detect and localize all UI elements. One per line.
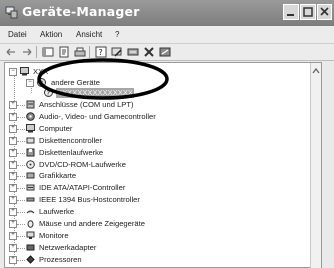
tree-line — [17, 188, 25, 190]
ieee1394-icon — [26, 197, 35, 202]
menu-datei[interactable]: Datei — [8, 30, 27, 39]
tree-line — [17, 259, 25, 261]
floppy-controller-icon — [26, 137, 35, 144]
title-bar[interactable]: Geräte-Manager — [0, 0, 334, 26]
expand-toggle[interactable]: + — [9, 124, 17, 133]
menu-help[interactable]: ? — [115, 30, 119, 39]
expand-toggle[interactable]: + — [9, 208, 17, 217]
expand-toggle[interactable]: + — [9, 148, 17, 157]
tree-category-label: Audio-, Video- und Gamecontroller — [39, 111, 156, 121]
tree-category-label: IEEE 1394 Bus-Hostcontroller — [39, 195, 140, 205]
tree-line — [17, 105, 25, 106]
tree-category-label: IDE ATA/ATAPI-Controller — [39, 183, 126, 193]
computer-icon — [26, 123, 35, 133]
tree-line — [17, 152, 25, 154]
floppy-drive-icon — [26, 148, 35, 157]
tree-category-label: DVD/CD-ROM-Laufwerke — [39, 159, 126, 169]
maximize-icon — [303, 7, 313, 17]
expand-toggle[interactable]: + — [9, 101, 17, 109]
tree-line — [17, 164, 25, 166]
ide-controller-icon — [26, 184, 35, 191]
tree-line — [17, 212, 25, 214]
port-icon — [26, 100, 35, 109]
menu-ansicht[interactable]: Ansicht — [76, 30, 102, 39]
expand-toggle[interactable]: + — [9, 160, 17, 169]
svg-text:?: ? — [99, 48, 103, 57]
tree-line — [17, 247, 25, 249]
processor-icon — [26, 254, 35, 264]
tree-line — [17, 140, 25, 142]
tree-category-label: Prozessoren — [39, 254, 82, 264]
tree-line — [17, 200, 25, 202]
collapse-toggle[interactable]: − — [9, 68, 17, 76]
expand-toggle[interactable]: + — [9, 112, 17, 121]
expand-toggle[interactable]: + — [9, 243, 17, 252]
window-title: Geräte-Manager — [22, 4, 140, 19]
monitor-icon — [26, 231, 35, 239]
expand-toggle[interactable]: + — [9, 172, 17, 181]
minimize-icon — [287, 14, 294, 16]
mouse-icon — [27, 220, 34, 228]
tree-line — [17, 176, 25, 178]
tree-category-label: Netzwerkadapter — [39, 242, 97, 252]
menu-bar: Datei Aktion Ansicht ? — [0, 26, 334, 44]
device-manager-icon — [5, 6, 18, 19]
network-adapter-icon — [26, 244, 35, 251]
expand-toggle[interactable]: + — [9, 184, 17, 193]
disk-drive-icon — [26, 210, 35, 214]
tree-category-label: Diskettenlaufwerke — [39, 147, 104, 157]
menu-aktion[interactable]: Aktion — [40, 30, 62, 39]
collapse-toggle[interactable]: − — [26, 79, 34, 87]
device-tree: − XXX − ? andere Geräte ? XXXXXXXXXXXXXX… — [4, 58, 322, 268]
tree-line — [17, 116, 25, 118]
tree-category-label: Anschlüsse (COM und LPT) — [39, 100, 134, 109]
tree-category-label: Laufwerke — [39, 207, 75, 217]
minimize-button[interactable] — [283, 4, 299, 20]
audio-icon — [26, 112, 35, 121]
tree-category-label: Mäuse und andere Zeigegeräte — [39, 219, 145, 228]
expand-toggle[interactable]: + — [9, 136, 17, 145]
close-button[interactable] — [317, 4, 332, 20]
close-icon — [320, 7, 329, 16]
tree-line — [17, 128, 25, 130]
tree-category-label: Monitore — [39, 230, 69, 240]
dvd-drive-icon — [26, 159, 35, 169]
tree-line — [17, 224, 25, 225]
display-adapter-icon — [26, 172, 35, 179]
expand-toggle[interactable]: + — [9, 255, 17, 264]
device-manager-window: Geräte-Manager Datei Aktion Ansicht ? ? — [0, 0, 334, 268]
forward-arrow-icon[interactable] — [21, 46, 33, 58]
tree-category-label: Computer — [39, 123, 73, 133]
computer-icon — [20, 67, 29, 76]
tree-category-label: Grafikkarte — [39, 171, 77, 181]
expand-toggle[interactable]: + — [9, 220, 17, 228]
expand-toggle[interactable]: + — [9, 196, 17, 205]
highlight-ellipse — [37, 58, 169, 100]
tree-category-label: Diskettencontroller — [39, 135, 102, 145]
tree-line — [17, 235, 25, 237]
back-arrow-icon[interactable] — [5, 46, 17, 58]
scroll-up-icon[interactable] — [311, 66, 321, 76]
vertical-scrollbar[interactable] — [310, 63, 321, 268]
expand-toggle[interactable]: + — [9, 231, 17, 240]
maximize-button[interactable] — [300, 4, 316, 20]
